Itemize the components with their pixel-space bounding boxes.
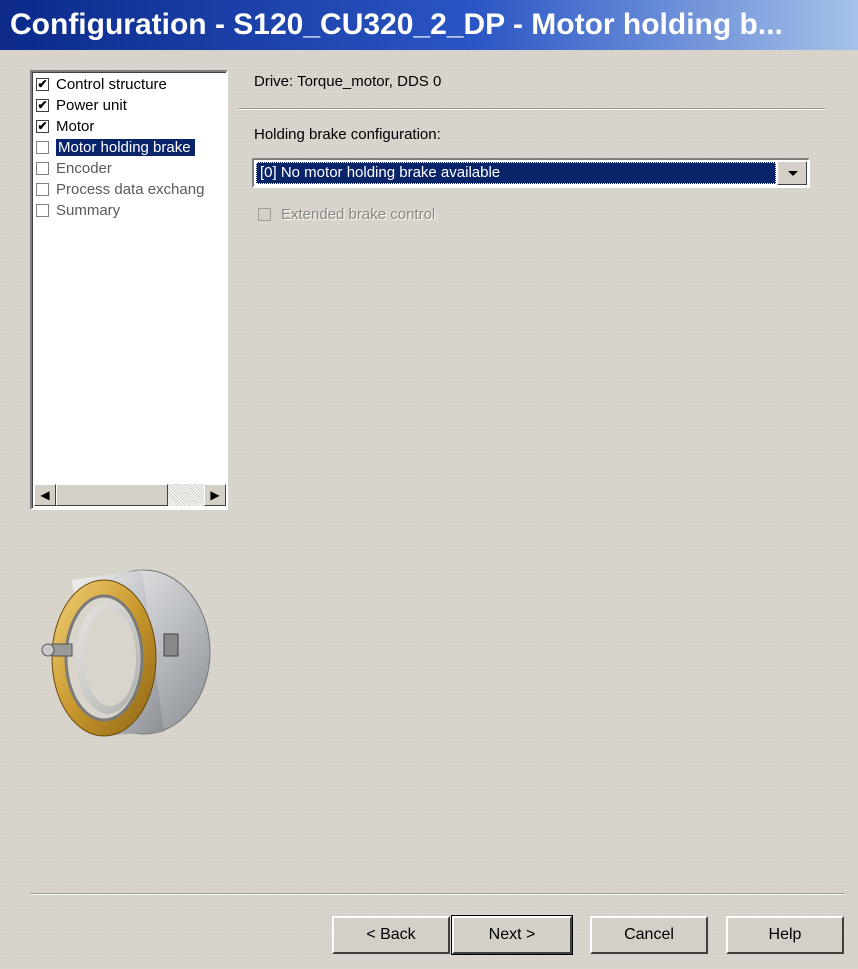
tree-item[interactable]: ✔ Control structure (34, 75, 226, 96)
holding-brake-dropdown[interactable]: [0] No motor holding brake available (252, 158, 810, 188)
torque-motor-image (41, 569, 211, 737)
extended-brake-control-checkbox[interactable]: Extended brake control (258, 206, 435, 223)
tree-item-label: Motor (56, 118, 95, 135)
checkbox-icon (36, 183, 49, 196)
tree-item-label: Process data exchang (56, 181, 205, 198)
checkbox-icon (36, 204, 49, 217)
checkbox-icon (36, 141, 49, 154)
cancel-button[interactable]: Cancel (590, 916, 708, 954)
tree-item[interactable]: Summary (34, 201, 226, 222)
tree-horizontal-scrollbar[interactable]: ◀ ▶ (34, 484, 226, 506)
config-step-tree[interactable]: ✔ Control structure ✔ Power unit ✔ Motor Motor… (30, 70, 228, 510)
tree-item-label: Motor holding brake (56, 139, 195, 156)
checkmark-icon: ✔ (36, 98, 49, 112)
tree-item-label: Encoder (56, 160, 112, 177)
checkmark-icon: ✔ (36, 77, 49, 91)
tree-item-label: Control structure (56, 76, 167, 93)
tree-item[interactable]: Encoder (34, 159, 226, 180)
drive-info-text: Drive: Torque_motor, DDS 0 (254, 73, 442, 90)
extended-brake-control-label: Extended brake control (281, 206, 436, 223)
tree-item-label: Power unit (56, 97, 127, 114)
back-button[interactable]: < Back (332, 916, 450, 954)
window-title: Configuration - S120_CU320_2_DP - Motor … (0, 0, 858, 50)
dropdown-arrow-icon[interactable] (777, 161, 807, 185)
next-button[interactable]: Next > (451, 915, 573, 955)
help-button[interactable]: Help (726, 916, 844, 954)
tree-item[interactable]: ✔ Power unit (34, 96, 226, 117)
holding-brake-label: Holding brake configuration: (254, 126, 441, 143)
scroll-thumb[interactable] (56, 484, 168, 506)
scroll-right-button[interactable]: ▶ (204, 484, 226, 506)
checkbox-icon (36, 162, 49, 175)
tree-item-label: Summary (56, 202, 121, 219)
bottom-divider (30, 893, 845, 895)
tree-list: ✔ Control structure ✔ Power unit ✔ Motor Motor… (34, 75, 226, 222)
scroll-left-button[interactable]: ◀ (34, 484, 56, 506)
top-divider (238, 108, 825, 110)
checkmark-icon: ✔ (36, 119, 49, 133)
checkbox-icon[interactable] (258, 208, 271, 221)
tree-item[interactable]: Motor holding brake (34, 138, 226, 159)
tree-item[interactable]: Process data exchang (34, 180, 226, 201)
holding-brake-selected-value[interactable]: [0] No motor holding brake available (256, 162, 776, 184)
tree-item[interactable]: ✔ Motor (34, 117, 226, 138)
